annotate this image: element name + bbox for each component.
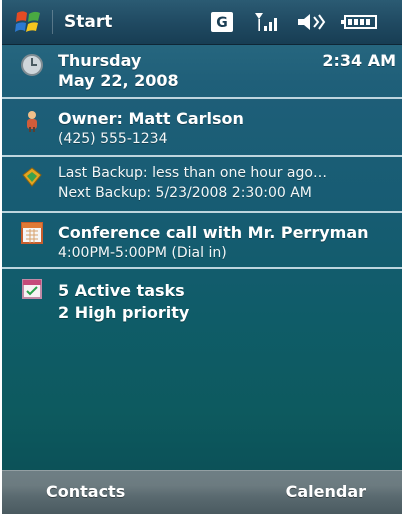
volume-icon[interactable] <box>296 10 330 34</box>
day-label: Thursday <box>58 51 142 70</box>
today-screen: Start G Thursday May 22, 2008 2:34 AM Ow… <box>2 0 402 514</box>
backup-icon <box>22 167 42 187</box>
clock-icon <box>21 54 43 76</box>
windows-logo-icon <box>15 11 40 32</box>
gprs-icon[interactable]: G <box>210 10 234 34</box>
time-label: 2:34 AM <box>322 51 396 70</box>
date-item[interactable]: Thursday May 22, 2008 2:34 AM <box>2 45 402 97</box>
tasks-item[interactable]: 5 Active tasks 2 High priority <box>2 271 402 327</box>
person-icon <box>27 111 37 132</box>
battery-icon[interactable] <box>340 10 378 34</box>
calendar-icon <box>21 222 43 244</box>
next-backup: Next Backup: 5/23/2008 2:30:00 AM <box>58 185 312 201</box>
start-button[interactable]: Start <box>2 0 152 45</box>
high-priority: 2 High priority <box>58 303 190 322</box>
separator <box>52 10 53 34</box>
active-tasks: 5 Active tasks <box>58 281 185 300</box>
tasks-icon <box>22 279 42 299</box>
title-bar: Start G <box>2 0 402 45</box>
owner-phone: (425) 555-1234 <box>58 131 168 147</box>
device-frame: Start G Thursday May 22, 2008 2:34 AM Ow… <box>0 0 404 514</box>
calendar-softkey[interactable]: Calendar <box>286 470 366 514</box>
status-icons: G <box>206 0 396 45</box>
signal-icon[interactable] <box>252 10 278 34</box>
appointment-title: Conference call with Mr. Perryman <box>58 223 369 242</box>
backup-item[interactable]: Last Backup: less than one hour ago… Nex… <box>2 157 402 209</box>
owner-label: Owner: Matt Carlson <box>58 109 244 128</box>
contacts-softkey[interactable]: Contacts <box>46 470 125 514</box>
softkey-bar: Contacts Calendar <box>2 470 402 514</box>
svg-text:G: G <box>216 15 228 31</box>
last-backup: Last Backup: less than one hour ago… <box>58 165 327 181</box>
appointment-item[interactable]: Conference call with Mr. Perryman 4:00PM… <box>2 213 402 265</box>
date-label: May 22, 2008 <box>58 71 179 90</box>
divider <box>2 267 402 269</box>
start-label: Start <box>64 12 113 32</box>
owner-item[interactable]: Owner: Matt Carlson (425) 555-1234 <box>2 99 402 155</box>
appointment-details: 4:00PM-5:00PM (Dial in) <box>58 245 227 261</box>
